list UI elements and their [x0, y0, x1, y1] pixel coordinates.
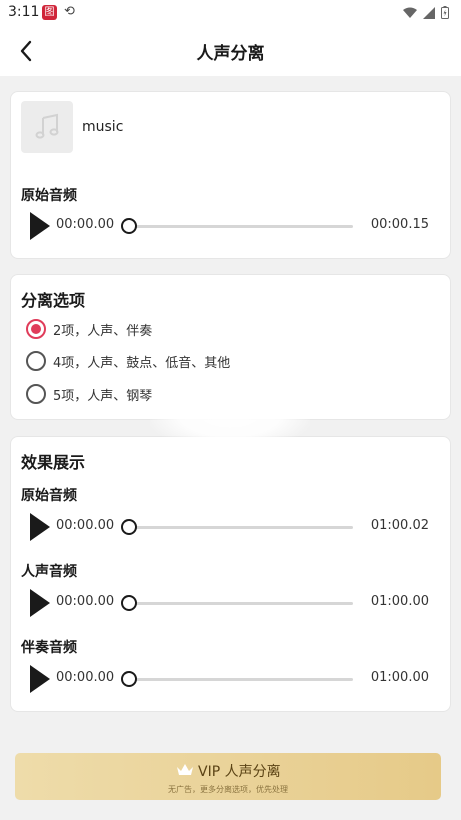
seek-handle[interactable] — [121, 595, 137, 611]
seek-track[interactable] — [131, 602, 353, 605]
separation-options-card: 分离选项 2项，人声、伴奏 4项，人声、鼓点、低音、其他 5项，人声、钢琴 — [10, 274, 451, 420]
play-icon[interactable] — [29, 211, 51, 241]
notification-badge-icon: 图 — [42, 5, 57, 20]
separation-options-title: 分离选项 — [21, 291, 86, 310]
signal-icon — [423, 6, 435, 19]
seek-handle[interactable] — [121, 218, 137, 234]
status-time: 3:11 — [8, 4, 40, 20]
duration: 01:00.00 — [370, 594, 429, 609]
current-time: 00:00.00 — [56, 594, 115, 609]
status-bar: 3:11 图 ⟲ — [0, 0, 461, 26]
results-title: 效果展示 — [21, 453, 86, 472]
duration: 01:00.00 — [370, 670, 429, 685]
result-accompaniment-player: 00:00.00 01:00.00 — [29, 664, 429, 694]
original-audio-label: 原始音频 — [21, 188, 77, 204]
sync-icon: ⟲ — [64, 4, 75, 19]
source-audio-card: music 原始音频 00:00.00 00:00.15 — [10, 91, 451, 259]
results-card: 效果展示 原始音频 00:00.00 01:00.02 人声音频 00:00.0… — [10, 436, 451, 712]
vip-button-label: VIP 人声分离 — [198, 764, 281, 780]
crown-icon — [177, 764, 193, 775]
status-icons — [403, 6, 449, 19]
option-2-stems[interactable]: 2项，人声、伴奏 — [26, 318, 152, 340]
current-time: 00:00.00 — [56, 217, 115, 232]
current-time: 00:00.00 — [56, 670, 115, 685]
result-accompaniment-label: 伴奏音频 — [21, 640, 77, 656]
seek-track[interactable] — [131, 526, 353, 529]
app-bar: 人声分离 — [0, 26, 461, 76]
duration: 00:00.15 — [370, 217, 429, 232]
play-icon[interactable] — [29, 664, 51, 694]
vip-button-subtitle: 无广告，更多分离选项，优先处理 — [168, 785, 288, 794]
original-audio-player: 00:00.00 00:00.15 — [29, 211, 429, 241]
current-time: 00:00.00 — [56, 518, 115, 533]
radio-icon[interactable] — [26, 351, 46, 371]
seek-track[interactable] — [131, 678, 353, 681]
album-art — [21, 101, 73, 153]
result-original-label: 原始音频 — [21, 488, 77, 504]
option-label: 4项，人声、鼓点、低音、其他 — [53, 355, 231, 371]
result-vocal-player: 00:00.00 01:00.00 — [29, 588, 429, 618]
result-vocal-label: 人声音频 — [21, 564, 77, 580]
duration: 01:00.02 — [370, 518, 429, 533]
option-5-stems[interactable]: 5项，人声、钢琴 — [26, 383, 152, 405]
page-title: 人声分离 — [196, 44, 265, 64]
file-name: music — [82, 119, 124, 135]
option-4-stems[interactable]: 4项，人声、鼓点、低音、其他 — [26, 350, 230, 372]
option-label: 5项，人声、钢琴 — [53, 388, 153, 404]
bottom-bar: VIP 人声分离 无广告，更多分离选项，优先处理 — [0, 734, 461, 820]
seek-track[interactable] — [131, 225, 353, 228]
play-icon[interactable] — [29, 512, 51, 542]
play-icon[interactable] — [29, 588, 51, 618]
seek-handle[interactable] — [121, 671, 137, 687]
vip-separation-button[interactable]: VIP 人声分离 无广告，更多分离选项，优先处理 — [15, 753, 441, 800]
result-original-player: 00:00.00 01:00.02 — [29, 512, 429, 542]
wifi-icon — [403, 7, 417, 18]
option-label: 2项，人声、伴奏 — [53, 323, 153, 339]
radio-icon[interactable] — [26, 384, 46, 404]
battery-icon — [441, 6, 449, 19]
seek-handle[interactable] — [121, 519, 137, 535]
radio-selected-icon[interactable] — [26, 319, 46, 339]
music-note-icon — [35, 113, 59, 139]
